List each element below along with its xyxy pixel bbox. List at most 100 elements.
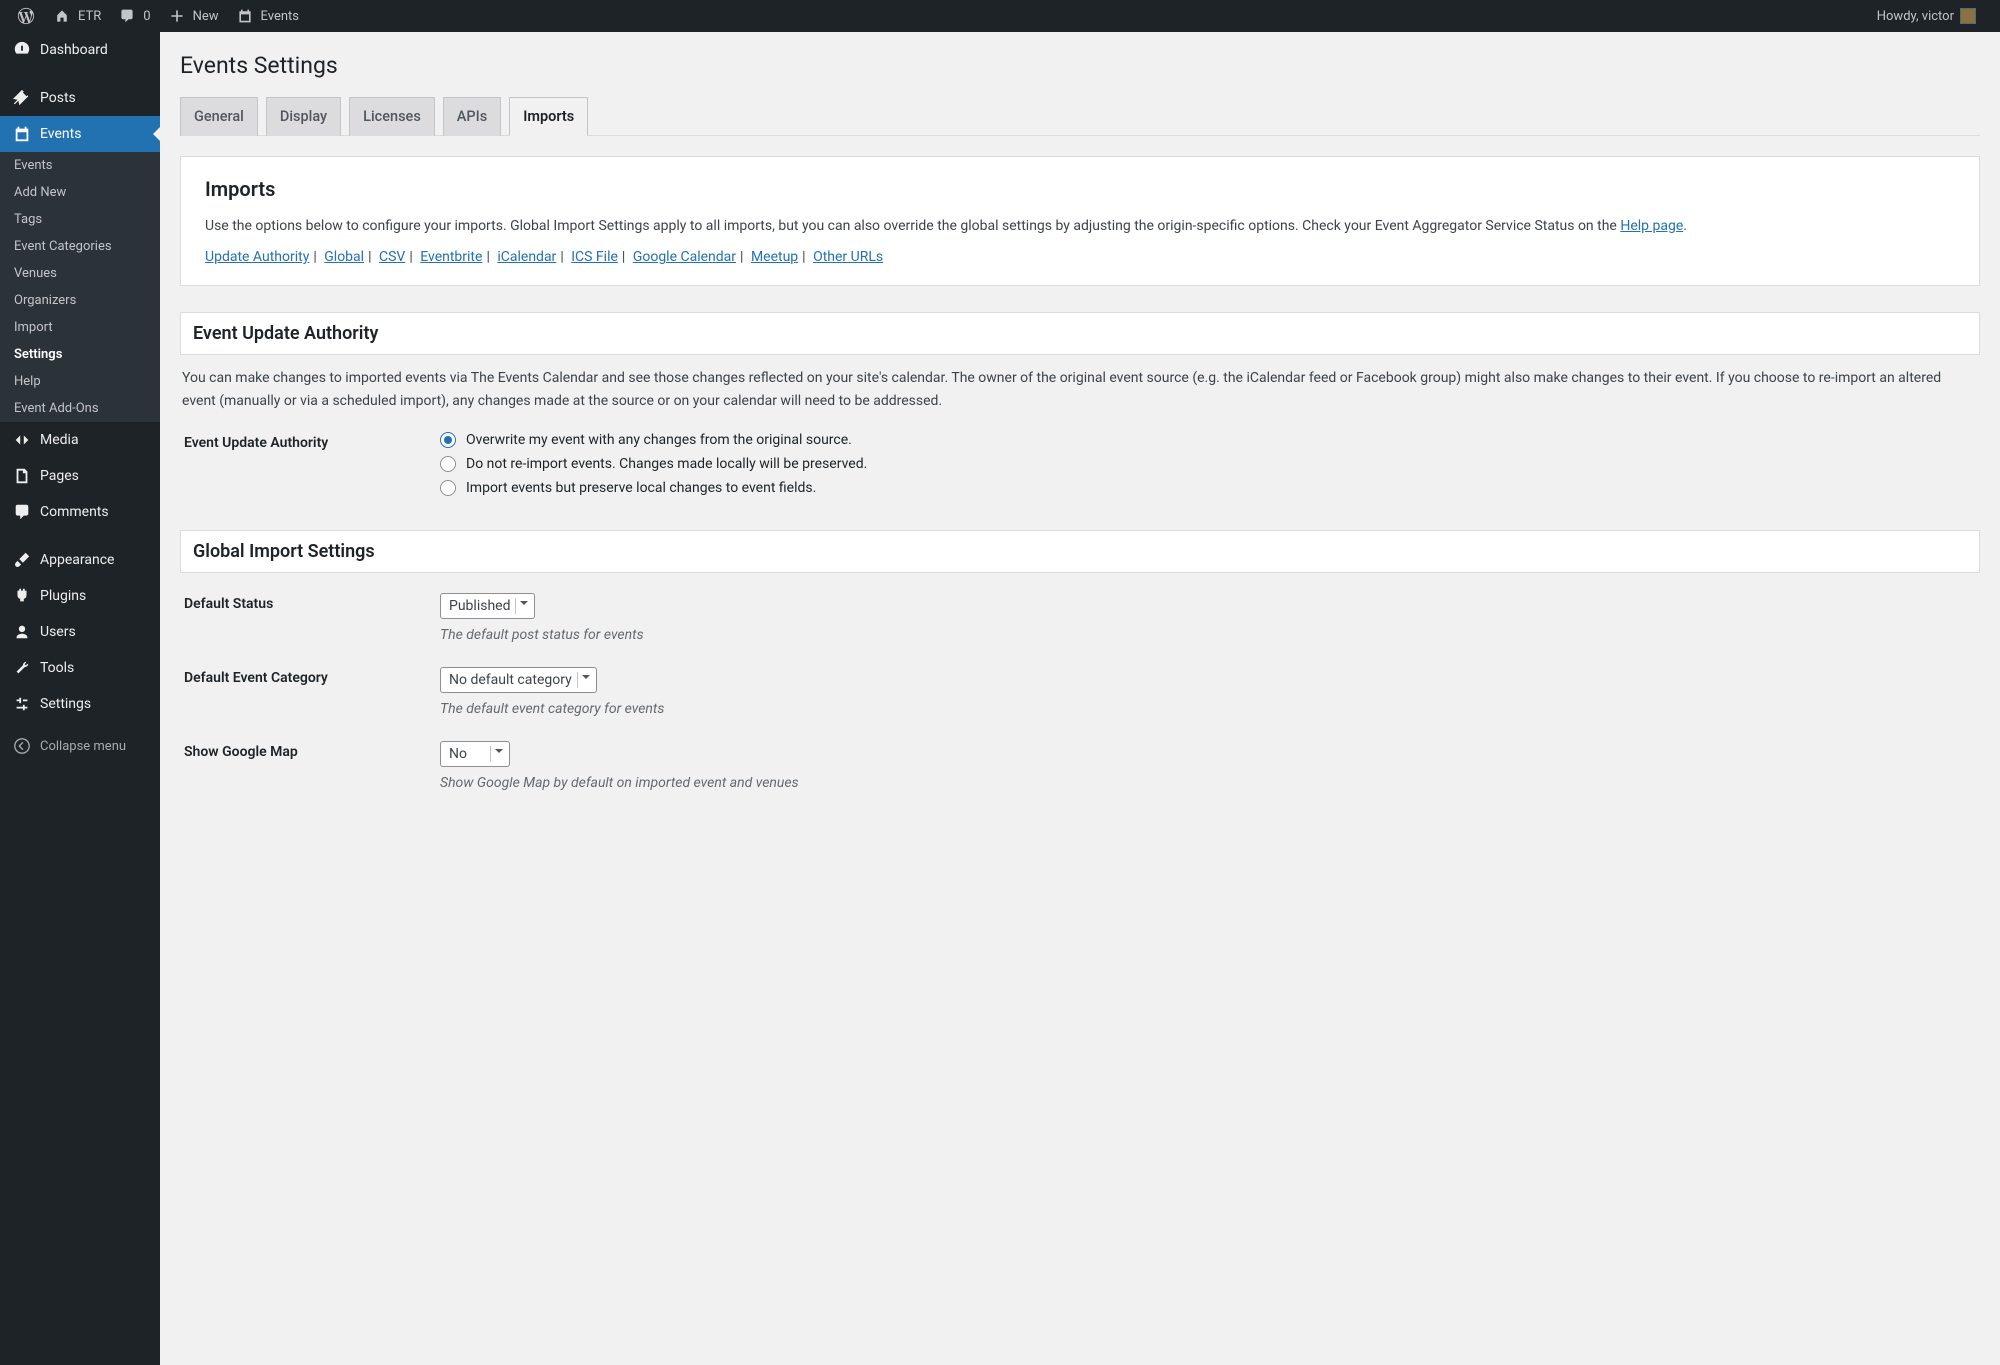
events-topbar-link[interactable]: Events: [227, 0, 307, 32]
sidebar-item-plugins[interactable]: Plugins: [0, 578, 160, 614]
radio-no-reimport[interactable]: Do not re-import events. Changes made lo…: [440, 456, 1980, 472]
radio-overwrite[interactable]: Overwrite my event with any changes from…: [440, 432, 1980, 448]
sidebar-item-dashboard[interactable]: Dashboard: [0, 32, 160, 68]
sidebar-item-tools[interactable]: Tools: [0, 650, 160, 686]
sidebar-dashboard-label: Dashboard: [40, 42, 108, 58]
radio-icon: [440, 480, 456, 496]
tab-imports[interactable]: Imports: [509, 97, 588, 136]
link-meetup[interactable]: Meetup: [751, 249, 798, 265]
collapse-menu[interactable]: Collapse menu: [0, 728, 160, 764]
sidebar-item-posts[interactable]: Posts: [0, 80, 160, 116]
link-csv[interactable]: CSV: [379, 249, 405, 265]
sidebar-events-label: Events: [40, 126, 81, 142]
sidebar-pages-label: Pages: [40, 468, 79, 484]
row-default-status: Default Status Published The default pos…: [180, 593, 1980, 643]
link-ics-file[interactable]: ICS File: [571, 249, 618, 265]
link-eventbrite[interactable]: Eventbrite: [420, 249, 482, 265]
link-global[interactable]: Global: [324, 249, 364, 265]
submenu-help[interactable]: Help: [0, 368, 160, 395]
main-content: Events Settings General Display Licenses…: [160, 32, 2000, 1365]
sidebar-item-pages[interactable]: Pages: [0, 458, 160, 494]
submenu-add-new[interactable]: Add New: [0, 179, 160, 206]
events-submenu: Events Add New Tags Event Categories Ven…: [0, 152, 160, 422]
tab-apis[interactable]: APIs: [443, 97, 501, 136]
submenu-addons[interactable]: Event Add-Ons: [0, 395, 160, 422]
row-update-authority: Event Update Authority Overwrite my even…: [180, 432, 1980, 504]
help-page-link[interactable]: Help page: [1620, 218, 1683, 234]
imports-desc-text: Use the options below to configure your …: [205, 218, 1620, 234]
wp-logo[interactable]: [8, 0, 44, 32]
avatar: [1960, 8, 1976, 24]
sidebar-settings-label: Settings: [40, 696, 91, 712]
account-link[interactable]: Howdy, victor: [1869, 0, 1984, 32]
sidebar-posts-label: Posts: [40, 90, 76, 106]
desc-default-category: The default event category for events: [440, 701, 1980, 717]
select-default-status[interactable]: Published: [440, 593, 535, 619]
wrench-icon: [12, 658, 32, 678]
select-google-map-value: No: [449, 746, 467, 762]
home-icon: [52, 6, 72, 26]
sidebar-item-events[interactable]: Events: [0, 116, 160, 152]
link-other-urls[interactable]: Other URLs: [813, 249, 883, 265]
select-google-map[interactable]: No: [440, 741, 510, 767]
radio-icon: [440, 456, 456, 472]
sidebar-plugins-label: Plugins: [40, 588, 86, 604]
row-default-category: Default Event Category No default catego…: [180, 667, 1980, 717]
section-global-import: Global Import Settings: [180, 530, 1980, 573]
admin-sidebar: Dashboard Posts Events Events Add New Ta…: [0, 32, 160, 1365]
media-icon: [12, 430, 32, 450]
label-update-authority: Event Update Authority: [180, 432, 440, 451]
submenu-categories[interactable]: Event Categories: [0, 233, 160, 260]
select-default-category[interactable]: No default category: [440, 667, 597, 693]
sidebar-item-appearance[interactable]: Appearance: [0, 542, 160, 578]
comment-icon: [117, 6, 137, 26]
row-google-map: Show Google Map No Show Google Map by de…: [180, 741, 1980, 791]
submenu-organizers[interactable]: Organizers: [0, 287, 160, 314]
users-icon: [12, 622, 32, 642]
radio-preserve-label: Import events but preserve local changes…: [466, 480, 816, 496]
sidebar-media-label: Media: [40, 432, 79, 448]
submenu-settings[interactable]: Settings: [0, 341, 160, 368]
submenu-venues[interactable]: Venues: [0, 260, 160, 287]
plugin-icon: [12, 586, 32, 606]
tab-licenses[interactable]: Licenses: [349, 97, 435, 136]
calendar-icon: [235, 6, 255, 26]
settings-tabs: General Display Licenses APIs Imports: [180, 97, 1980, 136]
submenu-import[interactable]: Import: [0, 314, 160, 341]
comments-link[interactable]: 0: [109, 0, 158, 32]
pin-icon: [12, 88, 32, 108]
page-icon: [12, 466, 32, 486]
sidebar-item-comments[interactable]: Comments: [0, 494, 160, 530]
sidebar-item-users[interactable]: Users: [0, 614, 160, 650]
tab-general[interactable]: General: [180, 97, 258, 136]
imports-panel-links: Update Authority| Global| CSV| Eventbrit…: [205, 249, 1955, 265]
site-name-label: ETR: [78, 9, 101, 24]
radio-overwrite-label: Overwrite my event with any changes from…: [466, 432, 852, 448]
link-google-calendar[interactable]: Google Calendar: [633, 249, 736, 265]
comment-count: 0: [143, 9, 150, 24]
radio-preserve[interactable]: Import events but preserve local changes…: [440, 480, 1980, 496]
collapse-label: Collapse menu: [40, 739, 126, 754]
sidebar-item-settings[interactable]: Settings: [0, 686, 160, 722]
link-update-authority[interactable]: Update Authority: [205, 249, 309, 265]
tab-display[interactable]: Display: [266, 97, 341, 136]
collapse-icon: [12, 736, 32, 756]
imports-panel-desc: Use the options below to configure your …: [205, 215, 1955, 237]
label-google-map: Show Google Map: [180, 741, 440, 760]
site-name-link[interactable]: ETR: [44, 0, 109, 32]
link-icalendar[interactable]: iCalendar: [497, 249, 556, 265]
label-default-status: Default Status: [180, 593, 440, 612]
radio-no-reimport-label: Do not re-import events. Changes made lo…: [466, 456, 867, 472]
select-default-category-value: No default category: [449, 672, 572, 688]
events-topbar-label: Events: [261, 9, 299, 24]
label-default-category: Default Event Category: [180, 667, 440, 686]
imports-panel-title: Imports: [205, 177, 1955, 201]
radio-icon: [440, 432, 456, 448]
submenu-tags[interactable]: Tags: [0, 206, 160, 233]
select-default-status-value: Published: [449, 598, 510, 614]
sidebar-item-media[interactable]: Media: [0, 422, 160, 458]
new-link[interactable]: New: [159, 0, 227, 32]
submenu-events[interactable]: Events: [0, 152, 160, 179]
calendar-icon: [12, 124, 32, 144]
desc-google-map: Show Google Map by default on imported e…: [440, 775, 1980, 791]
